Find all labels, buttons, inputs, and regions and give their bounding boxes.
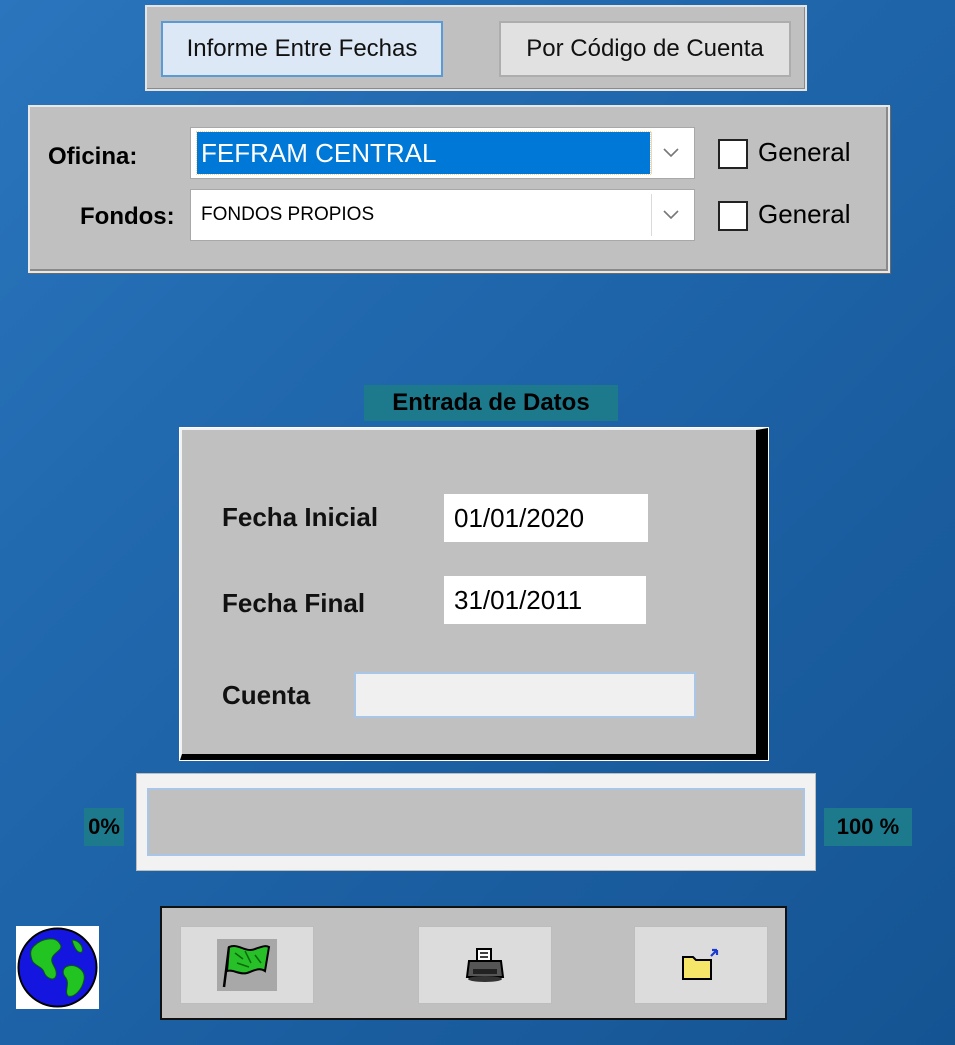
- execute-button[interactable]: [180, 926, 314, 1004]
- tab-informe-entre-fechas[interactable]: Informe Entre Fechas: [161, 21, 443, 77]
- open-folder-button[interactable]: [634, 926, 768, 1004]
- globe-icon: [16, 926, 99, 1009]
- green-flag-icon: [217, 939, 277, 991]
- folder-open-icon: [682, 948, 719, 980]
- print-button[interactable]: [418, 926, 552, 1004]
- oficina-label: Oficina:: [48, 143, 138, 170]
- progress-min-label: 0%: [84, 808, 124, 846]
- fecha-inicial-label: Fecha Inicial: [222, 502, 379, 532]
- fecha-inicial-input[interactable]: 01/01/2020: [444, 494, 648, 542]
- oficina-general-checkbox[interactable]: [718, 139, 748, 169]
- progress-bar: [147, 788, 805, 856]
- tab-por-codigo-de-cuenta[interactable]: Por Código de Cuenta: [499, 21, 791, 77]
- data-entry-panel: Fecha Inicial 01/01/2020 Fecha Final 31/…: [180, 428, 768, 760]
- fecha-final-input[interactable]: 31/01/2011: [444, 576, 646, 624]
- fondos-dropdown[interactable]: FONDOS PROPIOS: [190, 189, 695, 241]
- chevron-down-icon[interactable]: [651, 132, 690, 174]
- progress-max-label: 100 %: [824, 808, 912, 846]
- progress-bar-container: [136, 773, 816, 871]
- report-type-tabs: Informe Entre Fechas Por Código de Cuent…: [145, 5, 807, 91]
- fondos-general-label: General: [758, 199, 851, 229]
- fondos-general-checkbox[interactable]: [718, 201, 748, 231]
- fondos-selected-value: FONDOS PROPIOS: [201, 204, 375, 225]
- filter-panel: Oficina: FEFRAM CENTRAL General Fondos: …: [28, 105, 890, 273]
- printer-icon: [465, 948, 505, 982]
- oficina-dropdown[interactable]: FEFRAM CENTRAL: [190, 127, 695, 179]
- cuenta-input[interactable]: [354, 672, 696, 718]
- action-toolbar: [160, 906, 787, 1020]
- fecha-final-label: Fecha Final: [222, 588, 366, 618]
- oficina-general-label: General: [758, 137, 851, 167]
- fondos-label: Fondos:: [80, 203, 175, 230]
- oficina-selected-value: FEFRAM CENTRAL: [196, 131, 651, 175]
- entrada-de-datos-title: Entrada de Datos: [364, 385, 618, 421]
- cuenta-label: Cuenta: [222, 680, 311, 710]
- chevron-down-icon[interactable]: [651, 194, 690, 236]
